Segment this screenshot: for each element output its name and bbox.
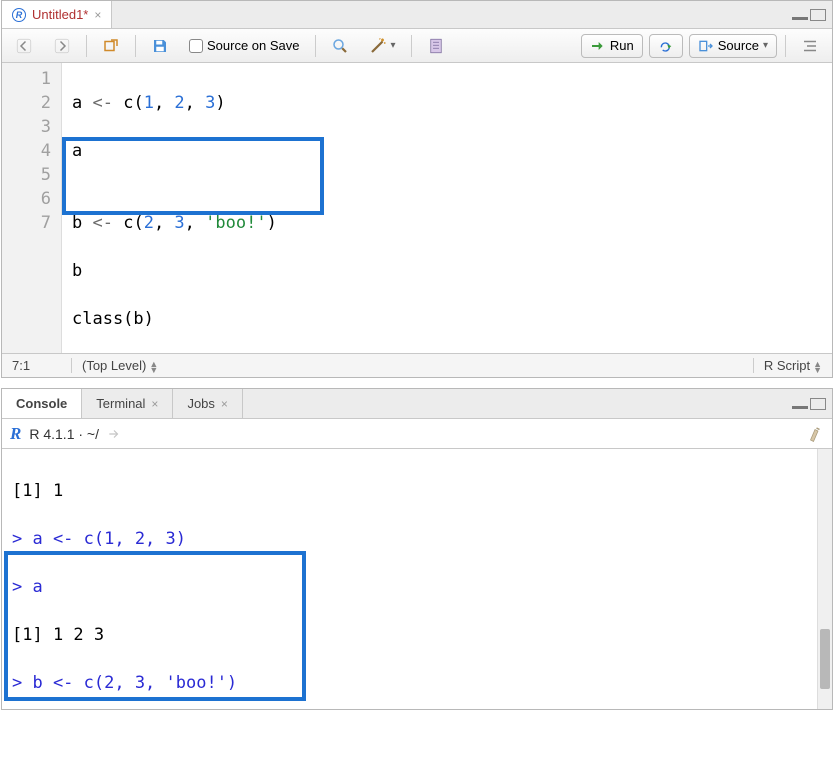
outline-icon bbox=[801, 37, 819, 55]
rerun-icon bbox=[658, 38, 674, 54]
editor-toolbar: Source on Save ▾ Run Source ▾ bbox=[2, 29, 832, 63]
console-line: > b <- c(2, 3, 'boo!') bbox=[12, 671, 832, 695]
compile-report-button[interactable] bbox=[420, 33, 452, 59]
tab-filename: Untitled1* bbox=[32, 7, 88, 22]
code-line: b bbox=[72, 259, 832, 283]
wand-icon bbox=[369, 37, 387, 55]
line-number: 3 bbox=[2, 115, 51, 139]
code-editor[interactable]: 1 2 3 4 5 6 7 a <- c(1, 2, 3) a b <- c(2… bbox=[2, 63, 832, 353]
scrollbar-thumb[interactable] bbox=[820, 629, 830, 689]
console-line: [1] 1 2 3 bbox=[12, 623, 832, 647]
tab-console[interactable]: Console bbox=[2, 389, 82, 418]
maximize-icon[interactable] bbox=[810, 9, 826, 21]
search-icon bbox=[331, 37, 349, 55]
vertical-scrollbar[interactable] bbox=[817, 449, 832, 709]
console-line: > a bbox=[12, 575, 832, 599]
line-number: 5 bbox=[2, 163, 51, 187]
code-line: a <- c(1, 2, 3) bbox=[72, 91, 832, 115]
arrow-right-icon bbox=[53, 37, 71, 55]
source-button[interactable]: Source ▾ bbox=[689, 34, 777, 58]
editor-tab[interactable]: R Untitled1* × bbox=[2, 1, 112, 28]
code-line: a bbox=[72, 139, 832, 163]
arrow-left-icon bbox=[15, 37, 33, 55]
console-pane: Console Terminal× Jobs× R R 4.1.1 · ~/ [… bbox=[1, 388, 833, 710]
source-on-save-label: Source on Save bbox=[207, 38, 300, 53]
source-label: Source bbox=[718, 38, 759, 53]
source-on-save-toggle[interactable]: Source on Save bbox=[182, 34, 307, 57]
code-tools-button[interactable]: ▾ bbox=[362, 33, 403, 59]
line-number: 4 bbox=[2, 139, 51, 163]
line-number: 6 bbox=[2, 187, 51, 211]
checkbox-icon bbox=[189, 39, 203, 53]
minimize-icon[interactable] bbox=[792, 10, 808, 20]
console-line: [1] 1 bbox=[12, 479, 832, 503]
line-gutter: 1 2 3 4 5 6 7 bbox=[2, 63, 62, 353]
source-icon bbox=[698, 38, 714, 54]
back-button[interactable] bbox=[8, 33, 40, 59]
line-number: 2 bbox=[2, 91, 51, 115]
run-label: Run bbox=[610, 38, 634, 53]
line-number: 7 bbox=[2, 211, 51, 235]
forward-button[interactable] bbox=[46, 33, 78, 59]
line-number: 1 bbox=[2, 67, 51, 91]
rerun-button[interactable] bbox=[649, 34, 683, 58]
dropdown-caret-icon: ▾ bbox=[763, 40, 768, 51]
outline-button[interactable] bbox=[794, 33, 826, 59]
save-icon bbox=[151, 37, 169, 55]
show-in-new-window-button[interactable] bbox=[95, 33, 127, 59]
console-output[interactable]: [1] 1 > a <- c(1, 2, 3) > a [1] 1 2 3 > … bbox=[2, 449, 832, 709]
r-logo-icon: R bbox=[10, 424, 21, 444]
editor-pane: R Untitled1* × Source on Save ▾ Run Sour… bbox=[1, 0, 833, 378]
code-line: b <- c(2, 3, 'boo!') bbox=[72, 211, 832, 235]
code-line: class(b) bbox=[72, 307, 832, 331]
notebook-icon bbox=[427, 37, 445, 55]
popout-wd-icon[interactable] bbox=[107, 427, 121, 441]
close-tab-icon[interactable]: × bbox=[94, 8, 101, 22]
editor-tabbar: R Untitled1* × bbox=[2, 1, 832, 29]
run-icon bbox=[590, 38, 606, 54]
dropdown-caret-icon: ▾ bbox=[391, 40, 396, 51]
pane-window-controls bbox=[792, 1, 832, 28]
run-button[interactable]: Run bbox=[581, 34, 643, 58]
save-button[interactable] bbox=[144, 33, 176, 59]
code-text[interactable]: a <- c(1, 2, 3) a b <- c(2, 3, 'boo!') b… bbox=[62, 63, 832, 353]
find-button[interactable] bbox=[324, 33, 356, 59]
r-file-icon: R bbox=[12, 8, 26, 22]
cursor-position: 7:1 bbox=[2, 358, 72, 373]
console-line: > a <- c(1, 2, 3) bbox=[12, 527, 832, 551]
r-version-label: R 4.1.1 · ~/ bbox=[29, 426, 99, 442]
popout-icon bbox=[102, 37, 120, 55]
clear-console-icon[interactable] bbox=[806, 425, 824, 443]
